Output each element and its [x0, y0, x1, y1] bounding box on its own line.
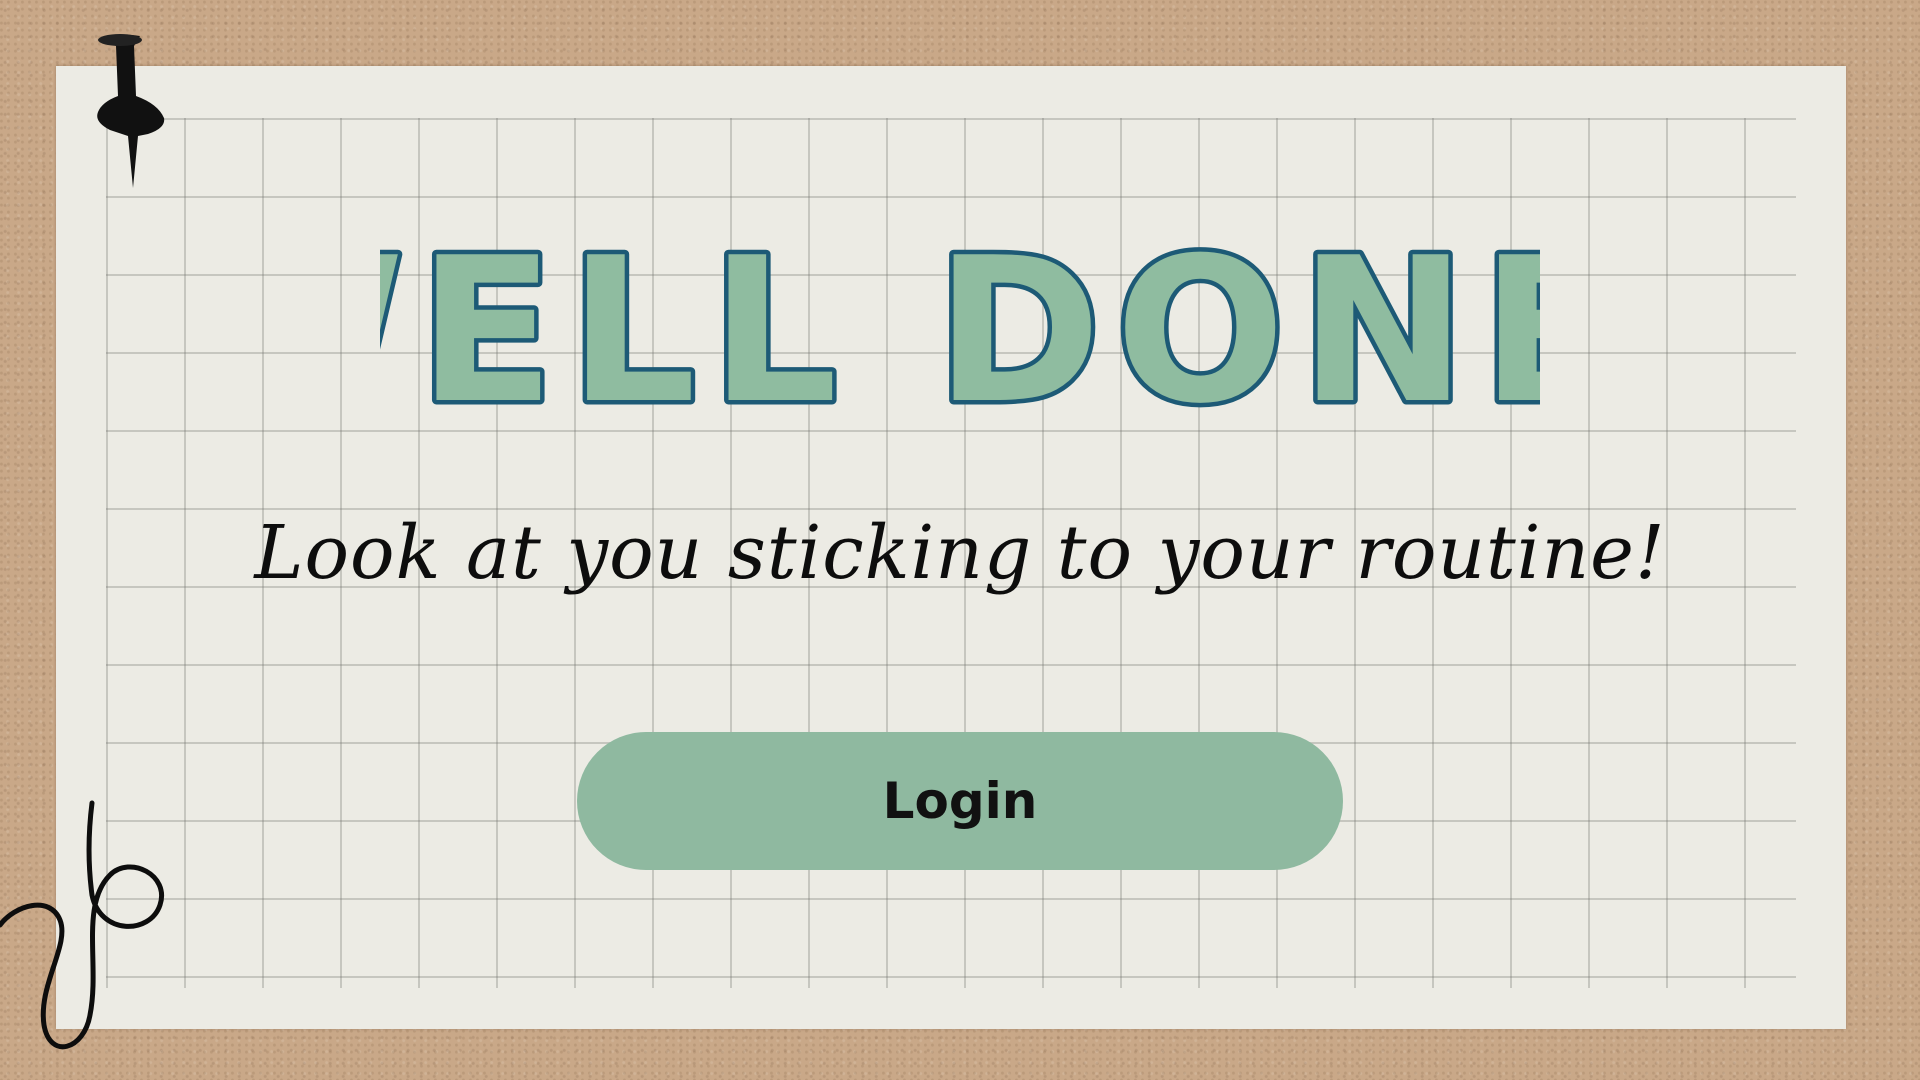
- headline-text: WELL DONE!: [380, 215, 1540, 448]
- login-button[interactable]: Login: [577, 732, 1343, 870]
- swirl-doodle-icon: [0, 800, 165, 1050]
- headline: WELL DONE!: [380, 211, 1540, 453]
- pushpin-icon: [97, 34, 165, 188]
- encouragement-message: Look at you sticking to your routine!: [254, 510, 1666, 596]
